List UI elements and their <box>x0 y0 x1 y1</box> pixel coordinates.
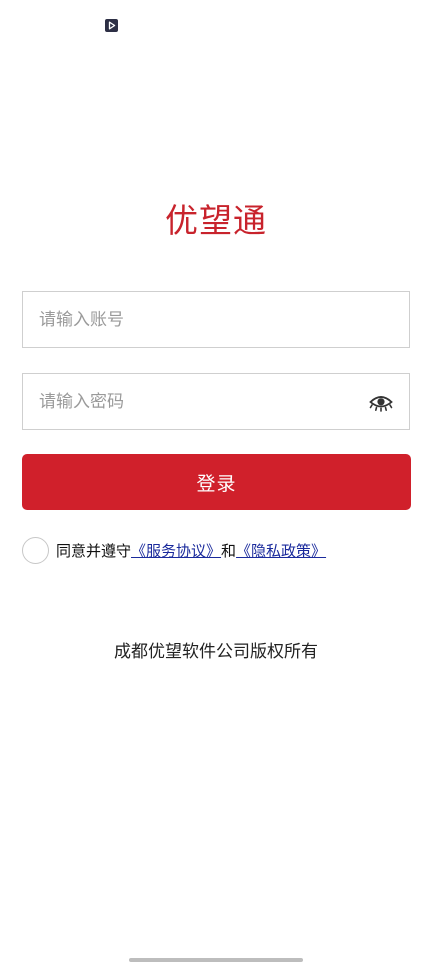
password-input[interactable] <box>39 374 359 429</box>
privacy-policy-link[interactable]: 《隐私政策》 <box>236 542 326 560</box>
play-badge-icon <box>105 19 118 32</box>
password-field[interactable] <box>22 373 410 430</box>
app-title: 优望通 <box>165 201 267 240</box>
eye-icon[interactable] <box>369 392 393 412</box>
account-field[interactable] <box>22 291 410 348</box>
service-agreement-link[interactable]: 《服务协议》 <box>131 542 221 560</box>
agree-checkbox[interactable] <box>22 536 49 564</box>
agreement-prefix: 同意并遵守 <box>56 541 132 560</box>
login-button[interactable]: 登录 <box>22 454 411 510</box>
account-input[interactable] <box>39 292 359 347</box>
copyright-text: 成都优望软件公司版权所有 <box>114 642 318 662</box>
agreement-row: 同意并遵守《服务协议》和《隐私政策》 <box>22 535 326 565</box>
agreement-conjunction: 和 <box>221 541 237 560</box>
home-indicator[interactable] <box>129 958 303 962</box>
login-screen: 优望通 登录 同意并遵守《服务协议》和《隐私政策》 成都优望软件公司版权所有 <box>0 0 432 964</box>
agreement-text: 同意并遵守《服务协议》和《隐私政策》 <box>56 540 326 561</box>
